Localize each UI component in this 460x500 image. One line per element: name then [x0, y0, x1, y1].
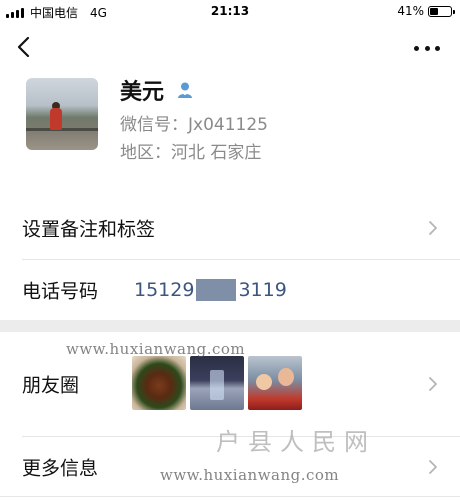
- wechat-id: 微信号：Jx041125: [120, 115, 268, 135]
- moments-thumbnail-people: [248, 356, 302, 410]
- person-badge-icon: [178, 82, 193, 98]
- moments-thumbnails: [132, 356, 302, 410]
- section-separator: [0, 320, 460, 332]
- more-info-row[interactable]: 更多信息: [0, 437, 460, 497]
- phone-row[interactable]: 电话号码 15129 3119: [0, 260, 460, 320]
- divider: [0, 496, 460, 497]
- chevron-right-icon: [429, 221, 437, 235]
- chevron-left-icon: [17, 36, 30, 58]
- phone-prefix: 15129: [134, 279, 195, 301]
- battery-fill: [430, 7, 439, 15]
- battery-percent: 41%: [397, 4, 424, 18]
- moments-label: 朋友圈: [22, 374, 80, 397]
- more-dot: [435, 45, 440, 51]
- avatar[interactable]: [26, 78, 98, 150]
- remark-tags-label: 设置备注和标签: [22, 218, 156, 241]
- region: 地区：河北 石家庄: [120, 143, 262, 163]
- phone-redaction: [196, 279, 237, 301]
- more-dots-icon: [414, 45, 419, 51]
- phone-suffix: 3119: [238, 279, 287, 301]
- chevron-right-icon: [429, 460, 437, 474]
- name-row: 美元: [120, 74, 194, 106]
- moments-row[interactable]: 朋友圈: [0, 334, 460, 434]
- phone-label: 电话号码: [22, 280, 99, 303]
- chevron-right-icon: [429, 377, 437, 391]
- avatar-rail: [26, 128, 98, 131]
- status-time: 21:13: [210, 4, 250, 18]
- more-info-label: 更多信息: [22, 457, 99, 480]
- battery-icon: [428, 5, 455, 17]
- contact-name: 美元: [120, 80, 165, 105]
- more-dot: [424, 45, 430, 51]
- moments-thumbnail-food: [132, 356, 186, 410]
- profile-header: 美元 微信号：Jx041125 地区：河北 石家庄: [26, 78, 446, 163]
- avatar-person: [50, 108, 62, 130]
- phone-number[interactable]: 15129 3119: [134, 279, 287, 301]
- status-right: 41%: [397, 4, 455, 18]
- status-bar: 中国电信 4G 21:13 41%: [0, 0, 460, 24]
- remark-tags-row[interactable]: 设置备注和标签: [0, 198, 460, 258]
- more-button[interactable]: [414, 38, 440, 58]
- moments-thumbnail-drink: [190, 356, 244, 410]
- back-button[interactable]: [16, 36, 36, 60]
